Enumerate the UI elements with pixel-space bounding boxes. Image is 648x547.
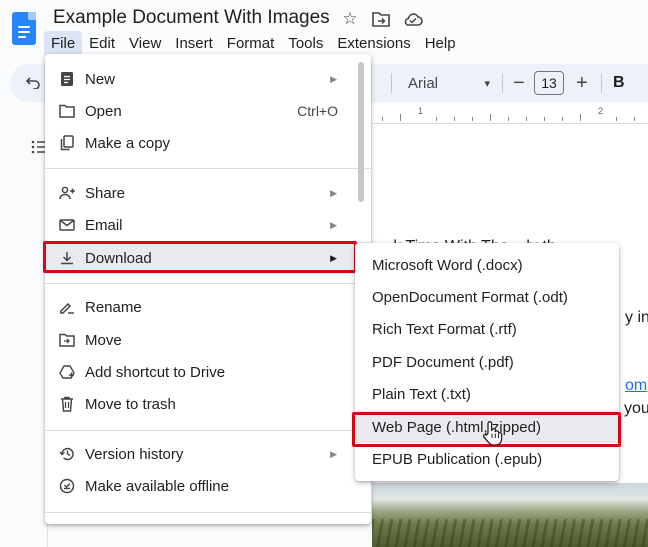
document-image[interactable] xyxy=(372,483,648,547)
menu-item-email[interactable]: Email ▶ xyxy=(45,209,371,241)
chevron-down-icon: ▾ xyxy=(484,77,490,90)
menu-item-version-history[interactable]: Version history ▶ xyxy=(45,438,371,470)
font-size-input[interactable]: 13 xyxy=(534,71,564,95)
folder-icon xyxy=(58,102,76,120)
menu-item-share[interactable]: Share ▶ xyxy=(45,177,371,209)
shortcut-open: Ctrl+O xyxy=(297,103,338,119)
menu-item-move-to-trash[interactable]: Move to trash xyxy=(45,388,371,420)
trash-icon xyxy=(58,395,76,413)
decrease-font-size-button[interactable]: − xyxy=(513,64,525,102)
bold-button[interactable]: B xyxy=(613,64,625,102)
download-option-docx[interactable]: Microsoft Word (.docx) xyxy=(355,249,619,281)
increase-font-size-button[interactable]: + xyxy=(576,64,588,102)
menu-item-make-available-offline[interactable]: Make available offline xyxy=(45,470,371,502)
submenu-arrow-icon: ▶ xyxy=(330,448,337,459)
menu-divider xyxy=(45,168,371,169)
horizontal-ruler[interactable]: 1 2 xyxy=(372,104,648,124)
toolbar-divider xyxy=(502,73,503,93)
menu-item-open[interactable]: Open Ctrl+O xyxy=(45,95,371,127)
document-link[interactable]: om xyxy=(625,377,647,395)
menu-item-new[interactable]: New ▶ xyxy=(45,63,371,95)
document-text-line: y in xyxy=(625,309,648,326)
menu-divider xyxy=(45,283,371,284)
copy-icon xyxy=(58,134,76,152)
hand-pointer-icon xyxy=(481,420,503,446)
menu-help[interactable]: Help xyxy=(418,31,463,57)
download-option-txt[interactable]: Plain Text (.txt) xyxy=(355,378,619,410)
document-title[interactable]: Example Document With Images xyxy=(53,7,330,29)
font-family-select[interactable]: Arial ▾ xyxy=(408,64,490,102)
font-family-value: Arial xyxy=(408,74,439,92)
new-document-icon xyxy=(58,70,76,88)
download-option-odt[interactable]: OpenDocument Format (.odt) xyxy=(355,281,619,313)
undo-icon[interactable] xyxy=(26,64,40,102)
rename-icon xyxy=(58,298,76,316)
document-text-line: you xyxy=(624,400,648,417)
toolbar-divider xyxy=(601,73,602,93)
star-icon[interactable]: ☆ xyxy=(340,9,360,29)
offline-check-icon xyxy=(58,477,76,495)
outline-panel xyxy=(8,124,48,547)
menu-divider xyxy=(45,512,371,513)
menu-item-move[interactable]: Move xyxy=(45,324,371,356)
ruler-number: 1 xyxy=(418,106,424,116)
menu-item-add-shortcut[interactable]: Add shortcut to Drive xyxy=(45,356,371,388)
submenu-arrow-icon: ▶ xyxy=(330,187,337,198)
person-add-icon xyxy=(58,184,76,202)
menu-divider xyxy=(45,430,371,431)
menu-scrollbar[interactable] xyxy=(358,62,364,202)
file-menu: New ▶ Open Ctrl+O Make a copy Share ▶ Em… xyxy=(45,54,371,524)
submenu-arrow-icon: ▶ xyxy=(330,73,337,84)
menu-item-rename[interactable]: Rename xyxy=(45,291,371,323)
download-option-epub[interactable]: EPUB Publication (.epub) xyxy=(355,443,619,475)
ruler-number: 2 xyxy=(598,106,604,116)
email-icon xyxy=(58,216,76,234)
download-option-rtf[interactable]: Rich Text Format (.rtf) xyxy=(355,313,619,345)
move-folder-icon xyxy=(58,331,76,349)
download-highlight-box xyxy=(43,241,357,273)
drive-shortcut-icon xyxy=(58,363,76,381)
submenu-arrow-icon: ▶ xyxy=(330,219,337,230)
toolbar-divider xyxy=(391,73,392,93)
menu-item-make-a-copy[interactable]: Make a copy xyxy=(45,127,371,159)
cloud-status-icon[interactable] xyxy=(403,9,423,29)
docs-logo-icon[interactable] xyxy=(12,12,36,45)
move-folder-icon[interactable] xyxy=(371,9,391,29)
history-icon xyxy=(58,445,76,463)
download-option-pdf[interactable]: PDF Document (.pdf) xyxy=(355,346,619,378)
